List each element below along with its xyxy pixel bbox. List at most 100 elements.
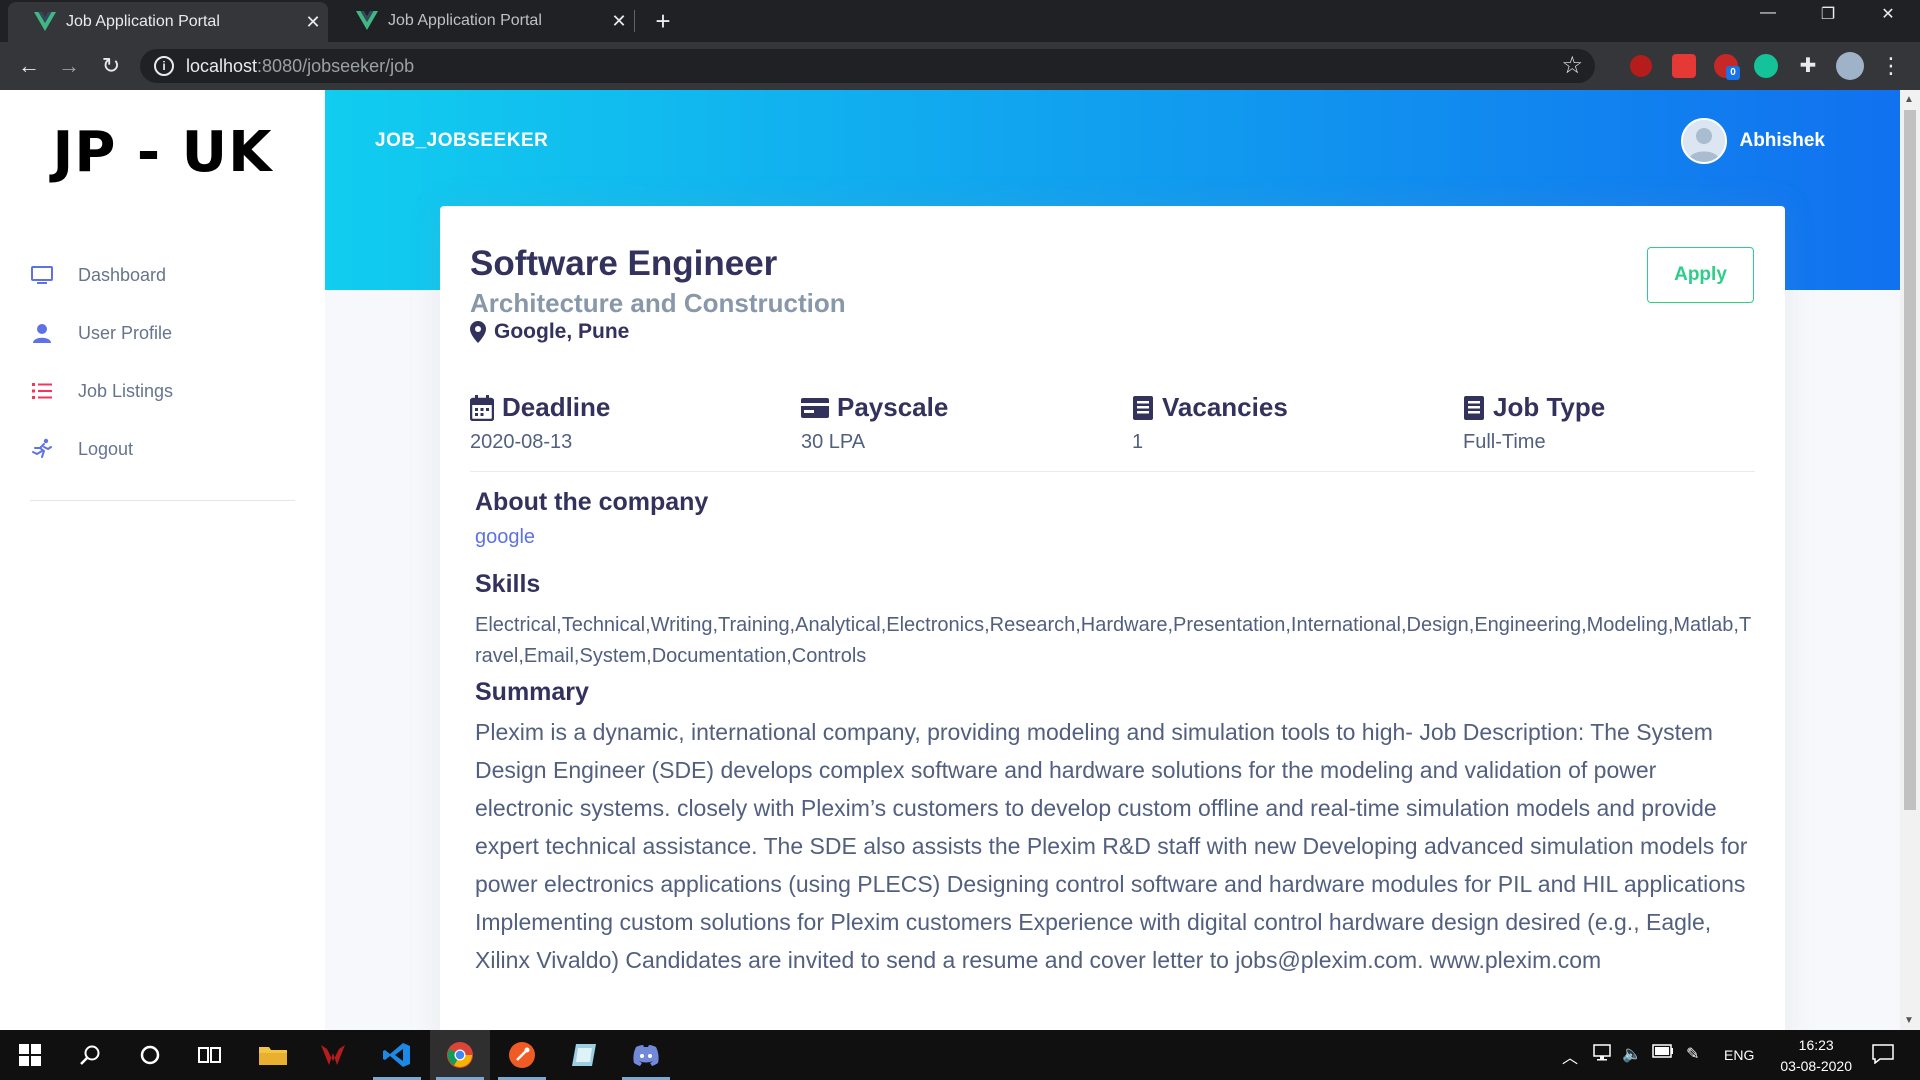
sidebar-item-job-listings[interactable]: Job Listings bbox=[30, 371, 300, 411]
stat-job-type: Job Type Full-Time bbox=[1463, 392, 1763, 454]
scroll-down-icon[interactable]: ▼ bbox=[1904, 1015, 1914, 1026]
stat-label: Payscale bbox=[837, 392, 949, 422]
stat-label: Job Type bbox=[1493, 392, 1606, 422]
tab-title: Job Application Portal bbox=[66, 13, 220, 30]
extensions-puzzle-icon[interactable]: ✚ bbox=[1796, 54, 1820, 78]
profile-avatar-icon[interactable] bbox=[1836, 52, 1864, 80]
clock[interactable]: 16:23 03-08-2020 bbox=[1780, 1035, 1852, 1077]
stat-label: Deadline bbox=[502, 392, 611, 422]
url-path: :8080/jobseeker/job bbox=[257, 55, 415, 76]
sidebar-item-dashboard[interactable]: Dashboard bbox=[30, 255, 300, 295]
sidebar-item-label: Logout bbox=[78, 438, 134, 459]
book-icon bbox=[1463, 395, 1485, 421]
list-icon bbox=[30, 379, 54, 403]
tab-close-icon[interactable]: ✕ bbox=[604, 11, 634, 32]
location-pin-icon bbox=[470, 321, 486, 343]
site-info-icon[interactable]: i bbox=[154, 56, 174, 76]
stat-payscale: Payscale 30 LPA bbox=[801, 392, 1101, 454]
stat-value: Full-Time bbox=[1463, 431, 1546, 453]
skills-text: Electrical,Technical,Writing,Training,An… bbox=[475, 614, 1752, 667]
skills-heading: Skills bbox=[475, 570, 541, 598]
page-title[interactable]: JOB_JOBSEEKER bbox=[375, 130, 548, 152]
vue-logo-icon bbox=[356, 11, 378, 31]
stat-label: Vacancies bbox=[1162, 392, 1288, 422]
network-icon[interactable] bbox=[1592, 1044, 1612, 1067]
predator-app-icon[interactable] bbox=[303, 1030, 363, 1080]
stat-deadline: Deadline 2020-08-13 bbox=[470, 392, 770, 454]
browser-menu-icon[interactable]: ⋮ bbox=[1876, 52, 1906, 80]
discord-icon[interactable] bbox=[616, 1030, 676, 1080]
clock-date: 03-08-2020 bbox=[1780, 1058, 1852, 1074]
pen-icon[interactable]: ✎ bbox=[1686, 1044, 1699, 1064]
grammarly-extension-icon[interactable] bbox=[1754, 54, 1778, 78]
minimize-icon[interactable]: — bbox=[1748, 4, 1788, 22]
restore-icon[interactable]: ❐ bbox=[1808, 4, 1848, 24]
battery-icon[interactable] bbox=[1652, 1044, 1674, 1063]
browser-tab[interactable]: Job Application Portal ✕ bbox=[330, 0, 634, 42]
user-menu[interactable]: Abhishek bbox=[1681, 118, 1825, 164]
ublock-extension-icon[interactable] bbox=[1630, 55, 1652, 77]
back-icon[interactable]: ← bbox=[14, 52, 44, 80]
notes-app-icon[interactable] bbox=[554, 1030, 614, 1080]
search-icon[interactable] bbox=[60, 1030, 120, 1080]
taskbar: ︿ 🔈 ✎ ENG 16:23 03-08-2020 bbox=[0, 1030, 1920, 1080]
extension-icon[interactable]: 0 bbox=[1714, 54, 1740, 80]
scroll-up-icon[interactable]: ▲ bbox=[1904, 94, 1914, 105]
vscode-icon[interactable] bbox=[367, 1030, 427, 1080]
browser-toolbar: ← → ↻ i localhost:8080/jobseeker/job ☆ 0… bbox=[0, 42, 1920, 90]
url-host: localhost bbox=[186, 55, 258, 76]
job-location-text: Google, Pune bbox=[494, 320, 630, 343]
money-icon bbox=[801, 397, 829, 419]
file-explorer-icon[interactable] bbox=[243, 1030, 303, 1080]
tab-close-icon[interactable]: ✕ bbox=[298, 12, 328, 33]
avatar bbox=[1681, 118, 1728, 164]
lastpass-extension-icon[interactable] bbox=[1672, 54, 1696, 78]
postman-icon[interactable] bbox=[492, 1030, 552, 1080]
page-scrollbar[interactable]: ▲ ▼ bbox=[1900, 90, 1920, 1030]
summary-text: Plexim is a dynamic, international compa… bbox=[475, 719, 1748, 973]
new-tab-icon[interactable]: + bbox=[648, 6, 678, 37]
summary-heading: Summary bbox=[475, 678, 589, 706]
stat-vacancies: Vacancies 1 bbox=[1132, 392, 1432, 454]
sidebar-item-user-profile[interactable]: User Profile bbox=[30, 313, 300, 353]
task-view-icon[interactable] bbox=[180, 1030, 240, 1080]
apply-button[interactable]: Apply bbox=[1647, 247, 1754, 303]
cortana-icon[interactable] bbox=[120, 1030, 180, 1080]
app-viewport: JP - UK Dashboard User Profile Job Listi… bbox=[0, 90, 1900, 1030]
vue-logo-icon bbox=[34, 12, 56, 32]
browser-tab-bar: Job Application Portal ✕ Job Application… bbox=[0, 0, 1920, 42]
window-close-icon[interactable]: ✕ bbox=[1868, 4, 1908, 24]
sidebar-item-label: User Profile bbox=[78, 322, 173, 343]
chrome-icon[interactable] bbox=[430, 1030, 490, 1080]
address-bar[interactable]: i localhost:8080/jobseeker/job ☆ bbox=[140, 49, 1595, 83]
stat-value: 2020-08-13 bbox=[470, 431, 573, 453]
stat-value: 1 bbox=[1132, 431, 1144, 453]
run-icon bbox=[30, 437, 54, 461]
tab-title: Job Application Portal bbox=[388, 12, 542, 29]
brand-logo[interactable]: JP - UK bbox=[0, 120, 325, 185]
monitor-icon bbox=[30, 263, 54, 287]
calendar-icon bbox=[470, 394, 494, 421]
clock-time: 16:23 bbox=[1798, 1037, 1834, 1053]
forward-icon[interactable]: → bbox=[54, 52, 84, 80]
bookmark-star-icon[interactable]: ☆ bbox=[1561, 51, 1583, 80]
sidebar-item-logout[interactable]: Logout bbox=[30, 429, 300, 469]
company-link[interactable]: google bbox=[475, 526, 535, 549]
reload-icon[interactable]: ↻ bbox=[96, 52, 126, 80]
about-heading: About the company bbox=[475, 488, 709, 516]
book-icon bbox=[1132, 395, 1154, 421]
scrollbar-thumb[interactable] bbox=[1904, 110, 1916, 810]
windows-start-icon[interactable] bbox=[0, 1030, 60, 1080]
extension-badge: 0 bbox=[1726, 66, 1740, 80]
tray-chevron-icon[interactable]: ︿ bbox=[1562, 1044, 1578, 1068]
stat-value: 30 LPA bbox=[801, 431, 866, 453]
notifications-icon[interactable] bbox=[1872, 1044, 1894, 1069]
volume-icon[interactable]: 🔈 bbox=[1622, 1044, 1642, 1064]
sidebar-divider bbox=[30, 500, 295, 501]
sidebar-item-label: Dashboard bbox=[78, 264, 167, 285]
language-indicator[interactable]: ENG bbox=[1724, 1047, 1754, 1063]
user-icon bbox=[30, 321, 54, 345]
tab-separator bbox=[634, 10, 635, 32]
browser-tab-active[interactable]: Job Application Portal ✕ bbox=[8, 2, 328, 42]
job-location: Google, Pune bbox=[470, 320, 629, 344]
